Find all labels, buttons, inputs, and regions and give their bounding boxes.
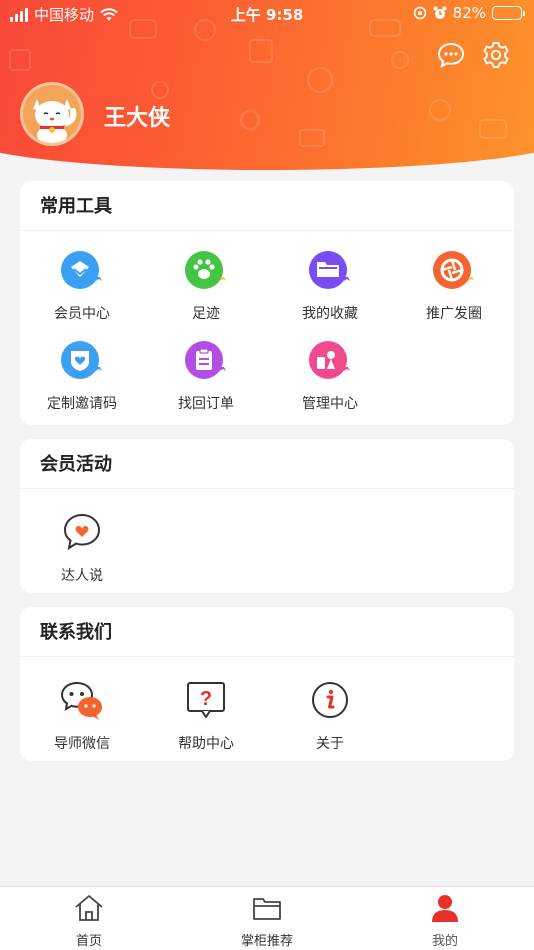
tab-shop-recommend[interactable]: 掌柜推荐 [207,893,327,949]
home-icon [75,895,103,921]
activities-card-title: 会员活动 [20,439,514,489]
rotation-lock-icon [413,6,426,20]
tools-card-title: 常用工具 [20,181,514,231]
activities-card: 会员活动 达人说 [20,439,514,593]
battery-percent: 82% [452,4,486,22]
help-icon: ? [187,682,225,718]
tab-label: 掌柜推荐 [240,934,293,949]
profile-header: 中国移动 上午 9:58 82% 王大侠 [0,0,534,172]
tool-label: 定制邀请码 [47,396,117,412]
tool-label: 找回订单 [178,396,234,412]
wechat-icon [60,681,102,720]
lucky-cat-avatar [33,99,77,143]
tab-mine[interactable]: 我的 [385,893,505,949]
folder-icon [253,898,281,920]
folder-icon [309,251,350,289]
tool-recover-order[interactable]: 找回订单 [144,337,268,413]
tool-label: 推广发圈 [426,306,482,322]
contact-label: 帮助中心 [178,736,234,752]
tool-label: 管理中心 [302,396,358,412]
tool-invite-code[interactable]: 定制邀请码 [20,337,144,413]
tab-bar: 首页 掌柜推荐 我的 [0,886,534,950]
avatar[interactable] [20,82,84,146]
alarm-icon [433,6,447,19]
status-right: 82% [413,4,525,22]
tool-promote[interactable]: 推广发圈 [392,247,516,323]
contact-label: 导师微信 [54,736,110,752]
tool-label: 足迹 [192,306,220,322]
clipboard-icon [185,341,226,379]
tool-footprint[interactable]: 足迹 [144,247,268,323]
gear-icon[interactable] [481,40,511,70]
member-center-icon [61,251,102,289]
shield-heart-icon [61,341,102,379]
contact-card-title: 联系我们 [20,607,514,657]
battery-icon [492,6,525,20]
contact-help-center[interactable]: ? 帮助中心 [144,677,268,753]
tool-manage-center[interactable]: 管理中心 [268,337,392,413]
contact-label: 关于 [316,736,344,752]
tab-home[interactable]: 首页 [29,893,149,949]
activity-label: 达人说 [61,568,103,584]
contact-about[interactable]: 关于 [268,677,392,753]
manage-icon [309,341,350,379]
tab-label: 首页 [75,934,102,949]
tool-favorites[interactable]: 我的收藏 [268,247,392,323]
activity-talent-talk[interactable]: 达人说 [20,509,144,585]
contact-mentor-wechat[interactable]: 导师微信 [20,677,144,753]
tool-member-center[interactable]: 会员中心 [20,247,144,323]
aperture-icon [433,251,474,289]
svg-text:?: ? [200,688,212,710]
username[interactable]: 王大侠 [104,100,170,132]
tool-label: 会员中心 [54,306,110,322]
tool-label: 我的收藏 [302,306,358,322]
user-icon [432,895,458,922]
info-icon [312,682,348,718]
tab-label: 我的 [431,934,458,949]
chat-bubble-icon[interactable] [436,40,466,70]
status-bar: 中国移动 上午 9:58 82% [0,0,534,28]
heart-chat-icon [63,513,101,551]
contact-card: 联系我们 导师微信 ? 帮助中心 关于 [20,607,514,761]
tools-card: 常用工具 会员中心 足迹 我的收藏 推广发圈 定制邀请码 找回订单 管理中心 [20,181,514,425]
footprint-icon [185,251,226,289]
